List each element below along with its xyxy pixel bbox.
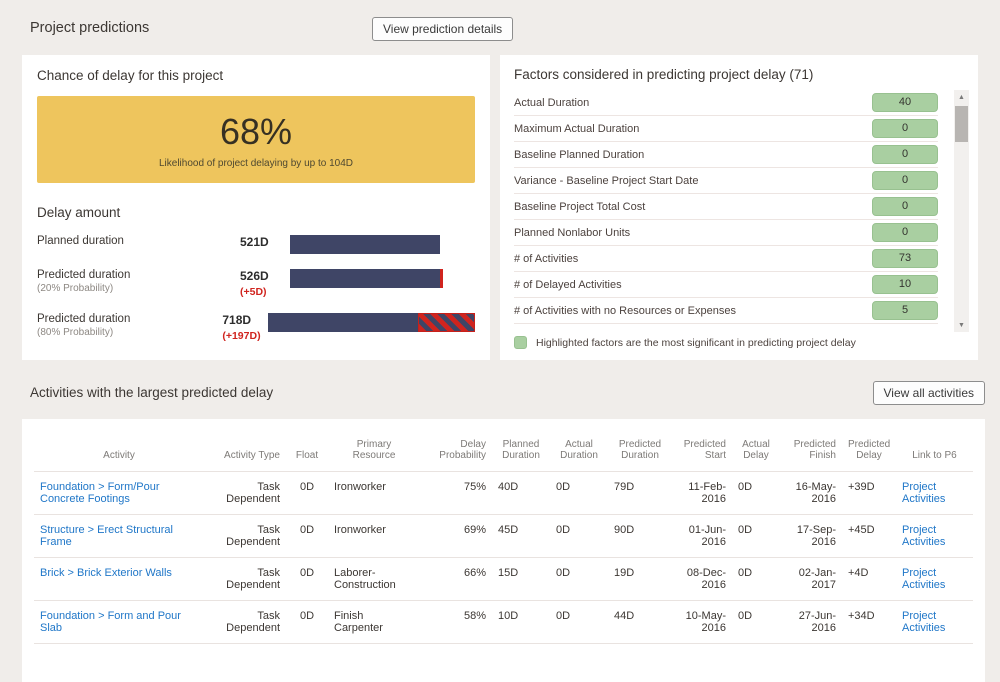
factors-legend: Highlighted factors are the most signifi… — [514, 336, 856, 349]
view-all-activities-button[interactable]: View all activities — [873, 381, 985, 405]
factor-value-badge: 0 — [872, 197, 938, 216]
delay-amount-title: Delay amount — [37, 205, 475, 220]
highlight-swatch-icon — [514, 336, 527, 349]
delay-chance-percent: 68% — [220, 111, 292, 153]
factor-row: # of Activities 73 — [514, 246, 938, 272]
scrollbar-thumb[interactable] — [955, 106, 968, 142]
col-header-predicted-finish: Predicted Finish — [780, 419, 842, 472]
factor-row: # of Activities with no Resources or Exp… — [514, 298, 938, 324]
duration-bar — [290, 235, 440, 254]
factor-row: Actual Duration 40 — [514, 90, 938, 116]
delay-bar-row: Predicted duration (80% Probability) 718… — [37, 313, 475, 342]
col-header-activity: Activity — [34, 419, 204, 472]
scroll-down-icon[interactable]: ▼ — [954, 318, 969, 332]
activities-table: Activity Activity Type Float Primary Res… — [34, 419, 973, 644]
chance-panel-title: Chance of delay for this project — [37, 68, 475, 83]
table-header-row: Activity Activity Type Float Primary Res… — [34, 419, 973, 472]
factor-row: # of Delayed Activities 10 — [514, 272, 938, 298]
col-header-activity-type: Activity Type — [204, 419, 286, 472]
bar-label: Predicted duration — [37, 313, 222, 325]
factor-value-badge: 0 — [872, 171, 938, 190]
factor-value-badge: 40 — [872, 93, 938, 112]
scrollbar-track[interactable] — [954, 104, 969, 318]
factors-list: Actual Duration 40 Maximum Actual Durati… — [514, 90, 938, 324]
factor-row: Variance - Baseline Project Start Date 0 — [514, 168, 938, 194]
activities-table-panel: Activity Activity Type Float Primary Res… — [22, 419, 985, 682]
col-header-link-to-p6: Link to P6 — [896, 419, 973, 472]
bar-value: 718D — [222, 313, 268, 327]
p6-link[interactable]: Project Activities — [902, 610, 945, 634]
factors-panel: Factors considered in predicting project… — [500, 55, 978, 360]
col-header-delay-probability: Delay Probability — [420, 419, 492, 472]
bar-sublabel: (80% Probability) — [37, 327, 222, 338]
delay-chance-banner: 68% Likelihood of project delaying by up… — [37, 96, 475, 183]
view-prediction-details-button[interactable]: View prediction details — [372, 17, 513, 41]
bar-label: Predicted duration — [37, 269, 240, 281]
activities-section-title: Activities with the largest predicted de… — [30, 385, 273, 400]
duration-bar — [268, 313, 475, 332]
col-header-primary-resource: Primary Resource — [328, 419, 420, 472]
col-header-float: Float — [286, 419, 328, 472]
col-header-planned-duration: Planned Duration — [492, 419, 550, 472]
activity-link[interactable]: Brick > Brick Exterior Walls — [40, 567, 172, 579]
activity-link[interactable]: Structure > Erect Structural Frame — [40, 524, 173, 548]
project-predictions-page: Project predictions View prediction deta… — [0, 0, 1000, 682]
p6-link[interactable]: Project Activities — [902, 567, 945, 591]
col-header-predicted-duration: Predicted Duration — [608, 419, 672, 472]
factor-row: Planned Nonlabor Units 0 — [514, 220, 938, 246]
table-row: Structure > Erect Structural Frame Task … — [34, 515, 973, 558]
factors-scrollbar[interactable]: ▲ ▼ — [954, 90, 969, 332]
factor-row: Maximum Actual Duration 0 — [514, 116, 938, 142]
page-title: Project predictions — [30, 20, 149, 36]
factor-value-badge: 0 — [872, 119, 938, 138]
table-row: Foundation > Form and Pour Slab Task Dep… — [34, 601, 973, 644]
activity-link[interactable]: Foundation > Form/Pour Concrete Footings — [40, 481, 160, 505]
factor-value-badge: 73 — [872, 249, 938, 268]
scroll-up-icon[interactable]: ▲ — [954, 90, 969, 104]
delay-bar-row: Planned duration 521D — [37, 235, 475, 254]
bar-value: 526D — [240, 269, 290, 283]
factor-value-badge: 0 — [872, 145, 938, 164]
p6-link[interactable]: Project Activities — [902, 524, 945, 548]
table-row: Brick > Brick Exterior Walls Task Depend… — [34, 558, 973, 601]
col-header-predicted-delay: Predicted Delay — [842, 419, 896, 472]
chance-of-delay-panel: Chance of delay for this project 68% Lik… — [22, 55, 490, 360]
delay-chance-subtitle: Likelihood of project delaying by up to … — [159, 158, 353, 169]
duration-bar — [290, 269, 443, 288]
col-header-actual-duration: Actual Duration — [550, 419, 608, 472]
col-header-actual-delay: Actual Delay — [732, 419, 780, 472]
bar-label: Planned duration — [37, 235, 240, 247]
bar-delta: (+197D) — [222, 330, 268, 342]
col-header-predicted-start: Predicted Start — [672, 419, 732, 472]
bar-sublabel: (20% Probability) — [37, 283, 240, 294]
activity-link[interactable]: Foundation > Form and Pour Slab — [40, 610, 181, 634]
bar-value: 521D — [240, 235, 290, 249]
factor-value-badge: 0 — [872, 223, 938, 242]
bar-delta: (+5D) — [240, 286, 290, 298]
factors-panel-title: Factors considered in predicting project… — [514, 67, 964, 82]
factor-value-badge: 10 — [872, 275, 938, 294]
factor-row: Baseline Planned Duration 0 — [514, 142, 938, 168]
delay-bar-row: Predicted duration (20% Probability) 526… — [37, 269, 475, 298]
factor-row: Baseline Project Total Cost 0 — [514, 194, 938, 220]
table-row: Foundation > Form/Pour Concrete Footings… — [34, 472, 973, 515]
p6-link[interactable]: Project Activities — [902, 481, 945, 505]
factor-value-badge: 5 — [872, 301, 938, 320]
